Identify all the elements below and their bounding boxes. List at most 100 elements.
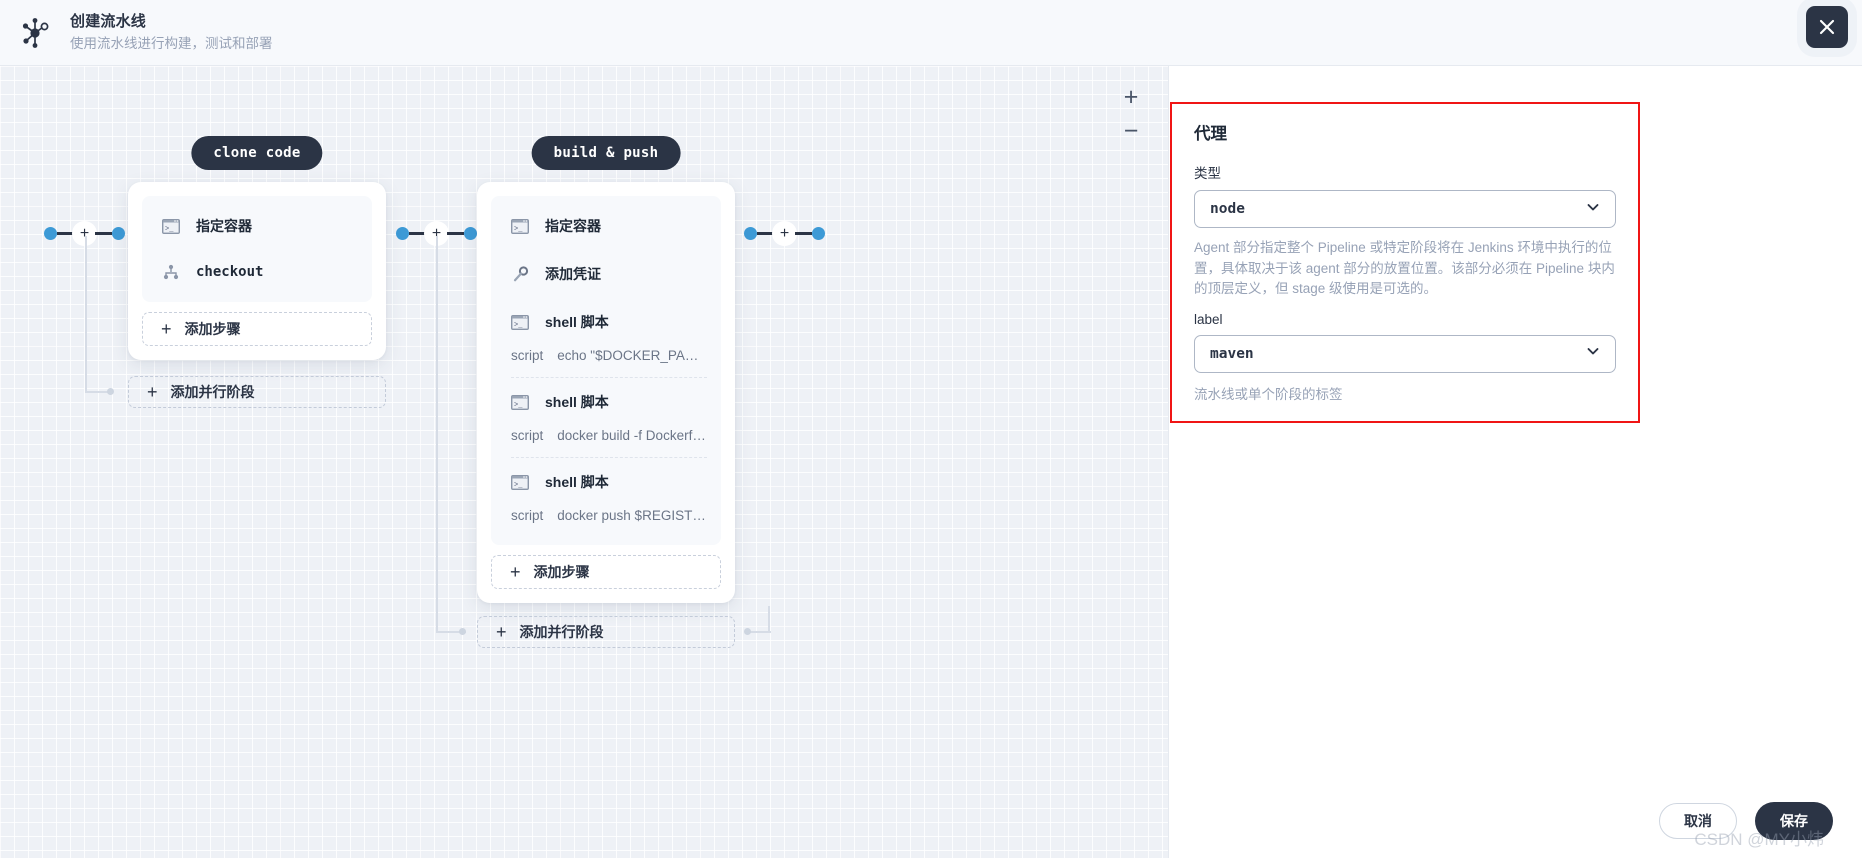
step-label: 指定容器: [196, 218, 252, 234]
label-help-text: 流水线或单个阶段的标签: [1194, 386, 1343, 402]
header-text-group: 创建流水线 使用流水线进行构建，测试和部署: [70, 12, 273, 54]
panel-footer: 取消 保存: [1169, 784, 1862, 858]
step-label: 添加凭证: [545, 266, 601, 282]
zoom-controls: + −: [1116, 80, 1146, 148]
stage-card[interactable]: clone code >_ 指定容器 checkout + 添加步骤: [128, 136, 386, 360]
svg-text:>_: >_: [514, 401, 523, 409]
connector-bar: [447, 232, 464, 235]
script-value: docker build -f Dockerfile…: [557, 428, 707, 443]
stage-card[interactable]: build & push >_ 指定容器 添加凭证 >_ shell 脚本 sc…: [477, 136, 735, 603]
step-script-row[interactable]: script docker build -f Dockerfile…: [491, 426, 721, 457]
connector-dot: [812, 227, 825, 240]
connector-end[interactable]: +: [744, 223, 825, 244]
type-select-value: node: [1210, 201, 1245, 217]
script-value: echo "$DOCKER_PASS…: [557, 348, 707, 363]
add-parallel-label: 添加并行阶段: [170, 384, 255, 400]
step-label: shell 脚本: [545, 474, 609, 490]
step-item[interactable]: >_ shell 脚本: [491, 458, 721, 506]
connector-bar: [409, 232, 426, 235]
svg-text:>_: >_: [514, 321, 523, 329]
terminal-icon: >_: [509, 394, 531, 410]
step-item[interactable]: >_ shell 脚本: [491, 378, 721, 426]
connector-vline: [436, 236, 438, 632]
terminal-icon: >_: [509, 314, 531, 330]
plus-icon: +: [510, 562, 521, 582]
step-label: checkout: [196, 264, 264, 280]
step-item[interactable]: >_ shell 脚本: [491, 298, 721, 346]
label-field-label: label: [1194, 311, 1223, 327]
page-title: 创建流水线: [70, 12, 147, 30]
connector-bar: [57, 232, 74, 235]
stage-steps-list: >_ 指定容器 添加凭证 >_ shell 脚本 script echo "$D…: [491, 196, 721, 545]
connector-vline: [85, 236, 87, 392]
terminal-icon: >_: [509, 474, 531, 490]
connector-dot: [744, 227, 757, 240]
script-key: script: [511, 348, 544, 363]
step-item[interactable]: >_ 指定容器: [491, 202, 721, 250]
step-item[interactable]: checkout: [142, 250, 372, 294]
cancel-button[interactable]: 取消: [1659, 803, 1737, 839]
step-script-row[interactable]: script docker push $REGISTR…: [491, 506, 721, 537]
connector-vline: [768, 606, 770, 633]
add-parallel-label: 添加并行阶段: [519, 624, 604, 640]
connector-bar: [95, 232, 112, 235]
zoom-in-button[interactable]: +: [1116, 80, 1146, 114]
svg-text:>_: >_: [514, 225, 523, 233]
connector-endpoint: [744, 628, 751, 635]
close-icon: [1817, 17, 1837, 37]
panel-heading: 代理: [1194, 125, 1227, 143]
step-item[interactable]: 添加凭证: [491, 250, 721, 298]
step-label: 指定容器: [545, 218, 601, 234]
add-step-label: 添加步骤: [533, 564, 590, 580]
connector-bar: [795, 232, 812, 235]
header-bar: 创建流水线 使用流水线进行构建，测试和部署: [0, 0, 1862, 66]
add-stage-node[interactable]: +: [774, 223, 795, 244]
pipeline-editor-app: 创建流水线 使用流水线进行构建，测试和部署 + − + + + clone co…: [0, 0, 1862, 858]
add-parallel-stage-button[interactable]: + 添加并行阶段: [477, 616, 735, 648]
agent-settings-highlight-box: 代理 类型 node Agent 部分指定整个 Pipeline 或特定阶段将在…: [1170, 102, 1640, 423]
key-icon: [509, 265, 531, 283]
label-select[interactable]: maven: [1194, 334, 1616, 373]
add-step-button[interactable]: + 添加步骤: [142, 312, 372, 346]
script-key: script: [511, 428, 544, 443]
connector-endpoint: [459, 628, 466, 635]
pipeline-node-graph-icon: [16, 14, 54, 52]
svg-text:>_: >_: [165, 225, 174, 233]
add-step-button[interactable]: + 添加步骤: [491, 555, 721, 589]
step-item[interactable]: >_ 指定容器: [142, 202, 372, 250]
stage-title-badge[interactable]: clone code: [191, 136, 323, 170]
close-button[interactable]: [1806, 6, 1848, 48]
stage-title-badge[interactable]: build & push: [531, 136, 681, 170]
connector-bar: [757, 232, 774, 235]
type-help-text: Agent 部分指定整个 Pipeline 或特定阶段将在 Jenkins 环境…: [1194, 240, 1615, 296]
label-select-value: maven: [1210, 345, 1254, 362]
terminal-icon: >_: [509, 218, 531, 234]
connector-endpoint: [107, 388, 114, 395]
plus-icon: +: [496, 622, 507, 642]
save-button[interactable]: 保存: [1755, 802, 1833, 840]
zoom-out-button[interactable]: −: [1116, 114, 1146, 148]
chevron-down-icon: [1585, 199, 1601, 220]
svg-text:>_: >_: [514, 481, 523, 489]
stage-steps-list: >_ 指定容器 checkout: [142, 196, 372, 302]
page-subtitle: 使用流水线进行构建，测试和部署: [70, 35, 273, 51]
step-label: shell 脚本: [545, 314, 609, 330]
chevron-down-icon: [1585, 343, 1601, 364]
add-step-label: 添加步骤: [184, 321, 241, 337]
agent-settings-panel: 代理 类型 node Agent 部分指定整个 Pipeline 或特定阶段将在…: [1168, 66, 1862, 858]
connector-dot: [464, 227, 477, 240]
connector-dot: [396, 227, 409, 240]
connector-dot: [44, 227, 57, 240]
add-parallel-stage-button[interactable]: + 添加并行阶段: [128, 376, 386, 408]
terminal-icon: >_: [160, 218, 182, 234]
step-script-row[interactable]: script echo "$DOCKER_PASS…: [491, 346, 721, 377]
connector-dot: [112, 227, 125, 240]
script-key: script: [511, 508, 544, 523]
type-select[interactable]: node: [1194, 190, 1616, 228]
plus-icon: +: [161, 319, 172, 339]
plus-icon: +: [147, 382, 158, 402]
pipeline-canvas[interactable]: + − + + + clone code >_ 指定容器 checkout + …: [0, 66, 1168, 858]
step-label: shell 脚本: [545, 394, 609, 410]
checkout-branch-icon: [160, 264, 182, 280]
script-value: docker push $REGISTR…: [557, 508, 707, 523]
